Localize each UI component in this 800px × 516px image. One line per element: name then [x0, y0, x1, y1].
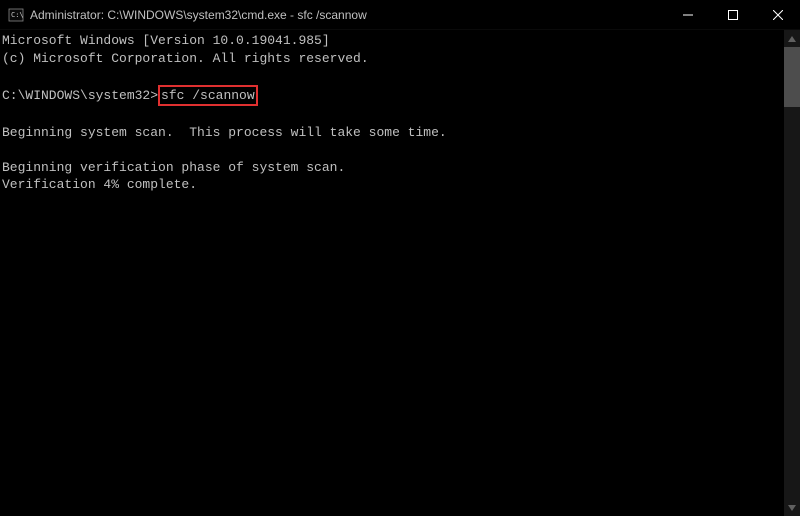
copyright-line: (c) Microsoft Corporation. All rights re…	[2, 51, 369, 66]
minimize-icon	[683, 10, 693, 20]
titlebar-left: C:\ Administrator: C:\WINDOWS\system32\c…	[8, 7, 367, 23]
maximize-button[interactable]	[710, 0, 755, 29]
scrollbar-up-button[interactable]	[784, 30, 800, 47]
maximize-icon	[728, 10, 738, 20]
version-line: Microsoft Windows [Version 10.0.19041.98…	[2, 33, 330, 48]
minimize-button[interactable]	[665, 0, 710, 29]
prompt-text: C:\WINDOWS\system32>	[2, 88, 158, 103]
vertical-scrollbar[interactable]	[784, 30, 800, 516]
verify-phase-line: Beginning verification phase of system s…	[2, 160, 345, 175]
command-text: sfc /scannow	[161, 88, 255, 103]
window-title: Administrator: C:\WINDOWS\system32\cmd.e…	[30, 8, 367, 22]
close-icon	[773, 10, 783, 20]
chevron-up-icon	[788, 36, 796, 42]
terminal-area: Microsoft Windows [Version 10.0.19041.98…	[0, 30, 800, 516]
scrollbar-down-button[interactable]	[784, 499, 800, 516]
terminal-content[interactable]: Microsoft Windows [Version 10.0.19041.98…	[0, 30, 784, 516]
cmd-icon: C:\	[8, 7, 24, 23]
scan-begin-line: Beginning system scan. This process will…	[2, 125, 447, 140]
verify-progress-line: Verification 4% complete.	[2, 177, 197, 192]
chevron-down-icon	[788, 505, 796, 511]
window-controls	[665, 0, 800, 29]
close-button[interactable]	[755, 0, 800, 29]
titlebar: C:\ Administrator: C:\WINDOWS\system32\c…	[0, 0, 800, 30]
command-highlight: sfc /scannow	[158, 85, 258, 107]
scrollbar-thumb[interactable]	[784, 47, 800, 107]
svg-text:C:\: C:\	[11, 11, 24, 19]
